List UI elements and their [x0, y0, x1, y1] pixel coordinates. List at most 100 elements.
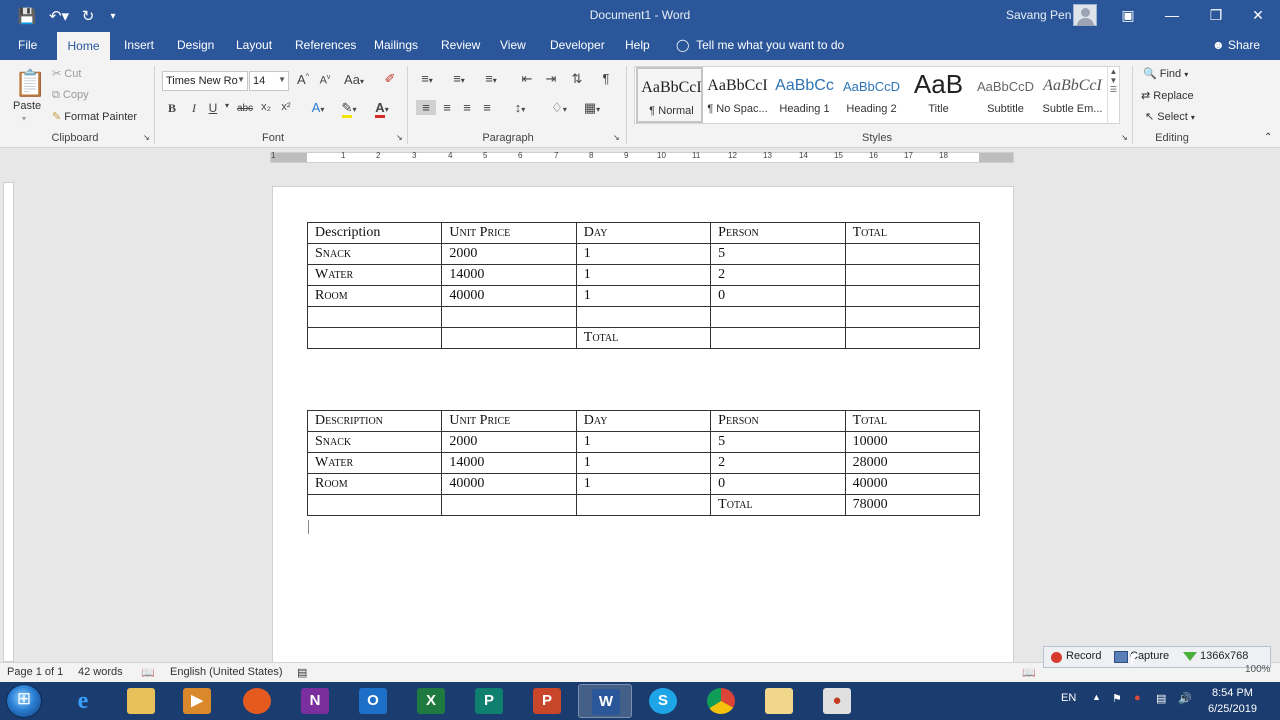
bullets-icon[interactable]: ≡▾ — [416, 71, 438, 86]
font-size-select[interactable]: 14 ▼ — [249, 71, 289, 91]
style-subtitle[interactable]: AaBbCcD Subtitle — [972, 67, 1039, 123]
sort-icon[interactable]: ⇅ — [568, 71, 586, 87]
table-cell[interactable]: 5 — [710, 243, 846, 265]
align-center-icon[interactable]: ≡ — [438, 100, 456, 115]
borders-icon[interactable]: ▦▾ — [578, 100, 606, 116]
decrease-indent-icon[interactable]: ⇤ — [518, 71, 536, 87]
highlight-color-icon[interactable]: ✎▾ — [337, 100, 361, 118]
tab-view[interactable]: View — [500, 38, 526, 52]
table-cell[interactable] — [575, 306, 712, 328]
read-mode-icon[interactable]: 📖 — [1022, 666, 1036, 679]
text-effects-icon[interactable]: A▾ — [307, 100, 329, 115]
table-cell[interactable] — [844, 243, 981, 265]
collapse-ribbon-icon[interactable]: ⌃ — [1264, 132, 1272, 143]
table-cell[interactable]: 1 — [575, 264, 712, 286]
superscript-button[interactable]: x² — [279, 101, 293, 113]
clear-formatting-icon[interactable]: ✐ — [382, 71, 398, 87]
tab-review[interactable]: Review — [441, 38, 480, 52]
table-cell[interactable]: 1 — [575, 243, 712, 265]
table-cell[interactable]: 2 — [710, 264, 846, 286]
table-cell[interactable]: Total — [575, 327, 712, 349]
change-case-icon[interactable]: Aa▾ — [342, 72, 366, 87]
folder-icon[interactable] — [752, 684, 806, 718]
tab-design[interactable]: Design — [177, 38, 214, 52]
tab-home[interactable]: Home — [57, 32, 110, 60]
network-icon[interactable]: ▤ — [1156, 692, 1166, 705]
proofing-icon[interactable]: 📖 — [141, 666, 155, 679]
underline-dropdown-icon[interactable]: ▾ — [222, 101, 232, 110]
clock-time[interactable]: 8:54 PM — [1212, 687, 1253, 699]
record-button[interactable]: Record — [1066, 650, 1101, 662]
pricing-table-2[interactable]: Description Unit Price Day Person Total … — [306, 410, 981, 516]
table-cell[interactable]: 40000 — [441, 473, 577, 495]
table-cell[interactable]: Water — [306, 264, 443, 286]
ribbon-display-options-icon[interactable]: ▣ — [1108, 4, 1148, 26]
table-cell[interactable]: Room — [306, 473, 443, 495]
format-painter-button[interactable]: ✎ Format Painter — [52, 110, 137, 123]
align-left-icon[interactable]: ≡ — [416, 100, 436, 115]
find-button[interactable]: 🔍 Find ▾ — [1143, 67, 1188, 80]
publisher-icon[interactable]: P — [462, 684, 516, 718]
table-cell[interactable]: Snack — [306, 243, 443, 265]
excel-icon[interactable]: X — [404, 684, 458, 718]
table-cell[interactable]: 40000 — [441, 285, 577, 307]
table-cell[interactable]: 78000 — [844, 494, 981, 516]
table-cell[interactable]: 28000 — [844, 452, 981, 474]
line-spacing-icon[interactable]: ↕▾ — [507, 100, 533, 115]
language-indicator[interactable]: EN — [1061, 692, 1076, 704]
shading-icon[interactable]: ♢▾ — [546, 100, 572, 116]
show-formatting-icon[interactable]: ¶ — [598, 71, 614, 86]
close-button[interactable]: ✕ — [1238, 4, 1278, 26]
style-heading-1[interactable]: AaBbCc Heading 1 — [771, 67, 838, 123]
word-count[interactable]: 42 words — [78, 666, 123, 678]
font-name-select[interactable]: Times New Ro ▼ — [162, 71, 248, 91]
style-no-spacing[interactable]: AaBbCcI ¶ No Spac... — [704, 67, 771, 123]
styles-scroll[interactable]: ▲ ▼ ☰ — [1107, 67, 1119, 123]
table-cell[interactable]: 14000 — [441, 264, 577, 286]
styles-launcher-icon[interactable]: ↘ — [1121, 133, 1128, 142]
shrink-font-icon[interactable]: Av — [318, 74, 332, 87]
tab-mailings[interactable]: Mailings — [374, 38, 418, 52]
table-cell[interactable]: Snack — [306, 431, 443, 453]
restore-button[interactable]: ❐ — [1196, 4, 1236, 26]
horizontal-ruler[interactable]: 1 1 2 3 4 5 6 7 8 9 10 11 12 13 14 15 16… — [270, 151, 1014, 163]
tab-file[interactable]: File — [18, 38, 37, 52]
align-right-icon[interactable]: ≡ — [458, 100, 476, 115]
avatar[interactable] — [1073, 4, 1097, 26]
table-cell[interactable] — [306, 494, 443, 516]
vertical-ruler[interactable] — [3, 182, 14, 662]
table-cell[interactable] — [441, 306, 577, 328]
minimize-button[interactable]: — — [1152, 4, 1192, 26]
copy-button[interactable]: ⧉ Copy — [52, 89, 89, 102]
skype-icon[interactable]: S — [636, 684, 690, 718]
table-cell[interactable]: Day — [575, 222, 712, 244]
word-icon[interactable]: W — [578, 684, 632, 718]
table-cell[interactable]: 1 — [575, 285, 712, 307]
paragraph-launcher-icon[interactable]: ↘ — [613, 133, 620, 142]
show-hidden-icons-icon[interactable]: ▲ — [1092, 692, 1101, 702]
outlook-icon[interactable]: O — [346, 684, 400, 718]
multilevel-list-icon[interactable]: ≡▾ — [480, 71, 502, 86]
table-cell[interactable]: 1 — [575, 452, 712, 474]
table-cell[interactable]: Total — [844, 410, 981, 432]
select-button[interactable]: ↖ Select ▾ — [1145, 110, 1195, 123]
language-status[interactable]: English (United States) — [170, 666, 283, 678]
style-title[interactable]: AaB Title — [905, 67, 972, 123]
paste-dropdown-icon[interactable]: ▾ — [22, 114, 26, 123]
table-cell[interactable]: Room — [306, 285, 443, 307]
onenote-icon[interactable]: N — [288, 684, 342, 718]
recording-tray-icon[interactable]: ● — [1134, 692, 1141, 704]
table-cell[interactable]: Total — [844, 222, 981, 244]
chrome-icon[interactable] — [694, 684, 748, 718]
numbering-icon[interactable]: ≡▾ — [448, 71, 470, 86]
table-cell[interactable]: Person — [710, 410, 846, 432]
table-cell[interactable]: 10000 — [844, 431, 981, 453]
italic-button[interactable]: I — [188, 101, 200, 116]
table-cell[interactable]: Total — [710, 494, 846, 516]
table-cell[interactable]: 1 — [575, 431, 712, 453]
subscript-button[interactable]: x₂ — [259, 101, 273, 113]
clock-date[interactable]: 6/25/2019 — [1208, 703, 1257, 715]
table-cell[interactable]: Water — [306, 452, 443, 474]
table-cell[interactable] — [844, 306, 981, 328]
replace-button[interactable]: ⇄ Replace — [1141, 89, 1194, 102]
